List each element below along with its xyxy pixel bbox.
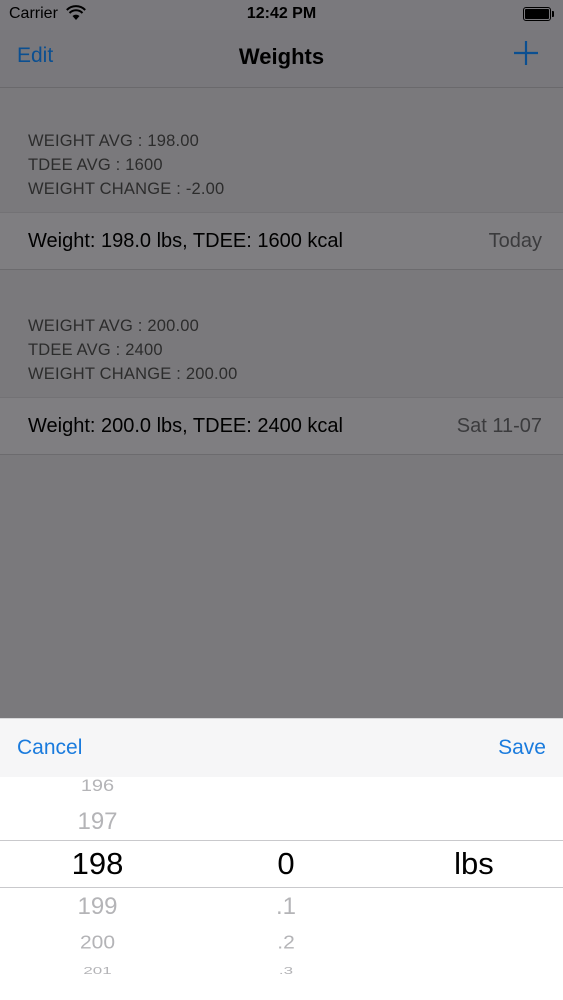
navigation-bar: Edit Weights: [0, 30, 563, 88]
picker-option-selected[interactable]: 198: [35, 846, 160, 882]
tdee-avg-label: TDEE AVG : 1600: [28, 156, 163, 174]
weight-avg-label: WEIGHT AVG : 198.00: [28, 132, 200, 150]
entry-date: Sat 11-07: [456, 415, 542, 437]
plus-icon[interactable]: [513, 40, 539, 66]
weight-change-label: WEIGHT CHANGE : 200.00: [28, 365, 238, 383]
list-item[interactable]: Weight: 200.0 lbs, TDEE: 2400 kcal Sat 1…: [0, 397, 563, 455]
picker-option[interactable]: 201: [35, 965, 160, 977]
picker-column-whole[interactable]: 196 197 198 199 200 201: [35, 777, 160, 1000]
picker-option[interactable]: .3: [222, 965, 350, 977]
weight-avg-label: WEIGHT AVG : 200.00: [28, 317, 200, 335]
picker-option-selected[interactable]: 0: [222, 846, 350, 882]
section-summary: WEIGHT AVG : 200.00 TDEE AVG : 2400 WEIG…: [0, 314, 563, 386]
entry-summary: Weight: 200.0 lbs, TDEE: 2400 kcal: [28, 415, 343, 437]
clock: 12:42 PM: [246, 5, 317, 22]
picker-column-unit[interactable]: lbs: [410, 777, 538, 1000]
picker-option[interactable]: 197: [35, 808, 160, 836]
cancel-button[interactable]: Cancel: [17, 736, 82, 760]
weight-change-label: WEIGHT CHANGE : -2.00: [28, 180, 225, 198]
picker-column-decimal[interactable]: 0 .1 .2 .3: [222, 777, 350, 1000]
entry-summary: Weight: 198.0 lbs, TDEE: 1600 kcal: [28, 230, 343, 252]
battery-icon: [523, 7, 554, 21]
picker-toolbar: Cancel Save: [0, 718, 563, 777]
picker-option[interactable]: 200: [35, 932, 160, 953]
status-bar: Carrier 12:42 PM: [0, 0, 563, 30]
picker-option[interactable]: 196: [35, 777, 160, 796]
picker-option[interactable]: 199: [35, 893, 160, 921]
entry-date: Today: [488, 230, 542, 252]
picker-option[interactable]: .2: [222, 932, 350, 953]
tdee-avg-label: TDEE AVG : 2400: [28, 341, 163, 359]
picker-option[interactable]: .1: [222, 893, 350, 921]
save-button[interactable]: Save: [498, 736, 546, 760]
page-title: Weights: [238, 44, 325, 69]
picker-option-selected[interactable]: lbs: [410, 846, 538, 882]
list-item[interactable]: Weight: 198.0 lbs, TDEE: 1600 kcal Today: [0, 212, 563, 270]
section-summary: WEIGHT AVG : 198.00 TDEE AVG : 1600 WEIG…: [0, 129, 563, 201]
weight-picker[interactable]: 196 197 198 199 200 201 0 .1 .2 .3 lbs: [0, 777, 563, 1000]
